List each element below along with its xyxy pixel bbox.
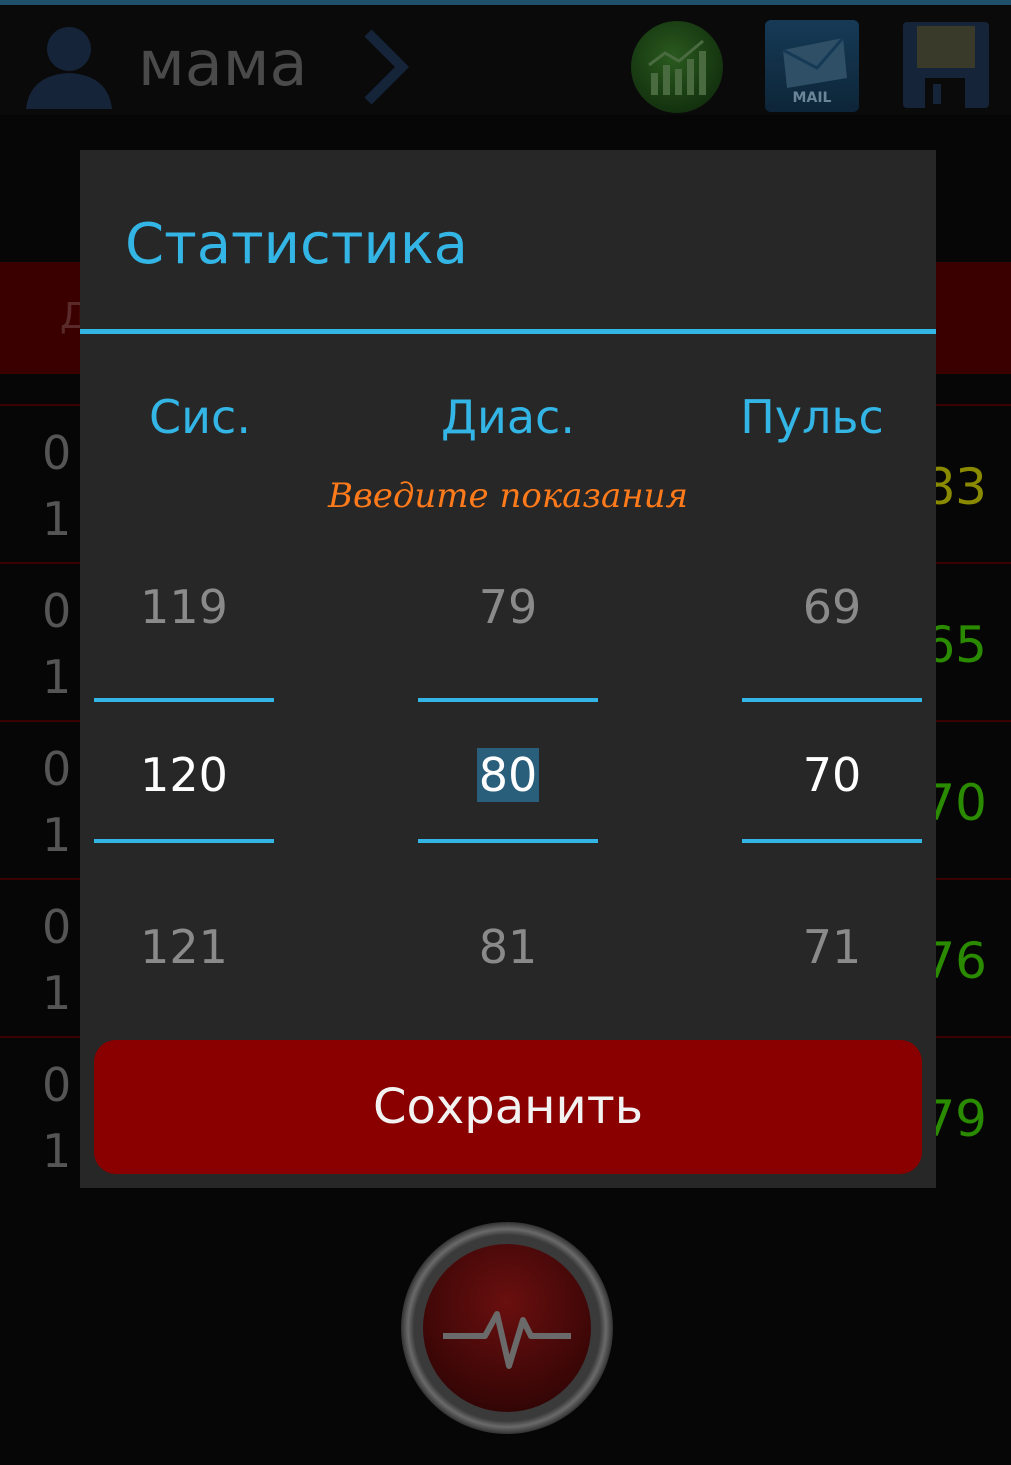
chevron-right-icon[interactable] (360, 27, 410, 107)
picker-current-value[interactable]: 120 (94, 748, 274, 802)
row-date: 0 (42, 426, 72, 480)
picker-next-value[interactable]: 71 (742, 920, 922, 974)
measure-button-face (423, 1244, 591, 1412)
pulse-value[interactable]: 70 (803, 748, 862, 802)
measure-button[interactable] (401, 1222, 613, 1434)
user-name[interactable]: мама (138, 27, 308, 100)
title-divider (80, 329, 936, 334)
picker-divider (418, 839, 598, 843)
picker-prev-value[interactable]: 119 (94, 580, 274, 634)
picker-divider (94, 839, 274, 843)
row-date: 0 (42, 1058, 72, 1112)
row-date: 0 (42, 742, 72, 796)
dialog-title: Статистика (125, 212, 468, 277)
row-time: 1 (42, 966, 72, 1020)
systolic-value[interactable]: 120 (140, 748, 228, 802)
row-time: 1 (42, 492, 72, 546)
diastolic-picker[interactable]: 79 80 81 (418, 550, 598, 980)
chart-icon (648, 39, 706, 95)
row-time: 1 (42, 650, 72, 704)
pulse-picker[interactable]: 69 70 71 (742, 550, 922, 980)
picker-current-value[interactable]: 80 (418, 748, 598, 802)
user-icon[interactable] (22, 21, 116, 111)
mail-label: MAIL (792, 90, 832, 106)
picker-next-value[interactable]: 81 (418, 920, 598, 974)
pulse-label: Пульс (740, 390, 884, 444)
save-button[interactable]: Сохранить (94, 1040, 922, 1174)
picker-prev-value[interactable]: 69 (742, 580, 922, 634)
picker-divider (742, 839, 922, 843)
picker-current-value[interactable]: 70 (742, 748, 922, 802)
diastolic-label: Диас. (441, 390, 575, 444)
systolic-label: Сис. (149, 390, 251, 444)
picker-divider (418, 698, 598, 702)
mail-button[interactable]: MAIL (765, 20, 859, 112)
diastolic-value[interactable]: 80 (476, 748, 540, 802)
picker-divider (742, 698, 922, 702)
row-date: 0 (42, 900, 72, 954)
floppy-disk-icon[interactable] (901, 20, 991, 110)
chart-button[interactable] (631, 21, 723, 113)
statistics-dialog: Статистика Сис. Диас. Пульс Введите пока… (80, 150, 936, 1188)
systolic-picker[interactable]: 119 120 121 (94, 550, 274, 980)
picker-prev-value[interactable]: 79 (418, 580, 598, 634)
input-hint: Введите показания (327, 476, 689, 516)
app-bar: мама MAIL (0, 5, 1011, 115)
row-date: 0 (42, 584, 72, 638)
row-time: 1 (42, 1124, 72, 1178)
picker-next-value[interactable]: 121 (94, 920, 274, 974)
heartbeat-icon (443, 1311, 571, 1369)
picker-divider (94, 698, 274, 702)
row-time: 1 (42, 808, 72, 862)
